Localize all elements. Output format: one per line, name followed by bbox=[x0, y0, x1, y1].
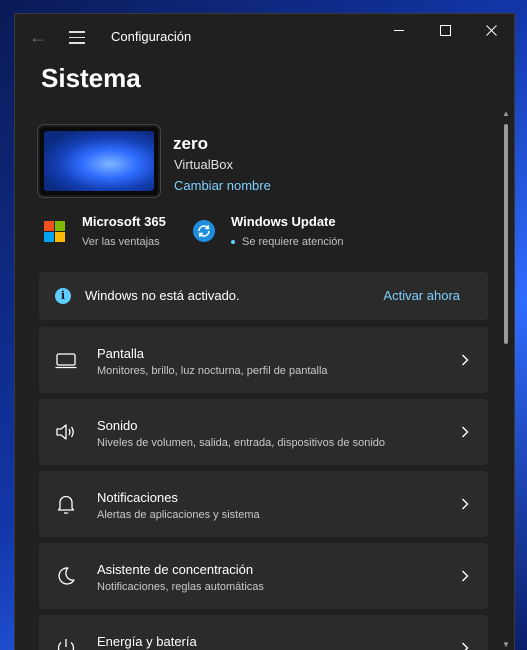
scroll-thumb[interactable] bbox=[504, 124, 508, 344]
windows-update-link[interactable]: Windows Update Se requiere atención bbox=[193, 212, 383, 254]
back-arrow-icon[interactable]: ← bbox=[29, 26, 49, 48]
m365-title: Microsoft 365 bbox=[82, 214, 166, 229]
card-title: Asistente de concentración bbox=[97, 562, 254, 577]
speaker-icon bbox=[56, 424, 74, 440]
card-subtitle: Monitores, brillo, luz nocturna, perfil … bbox=[97, 365, 328, 377]
card-title: Pantalla bbox=[97, 346, 144, 361]
settings-card-concentracion[interactable]: Asistente de concentración Notificacione… bbox=[39, 543, 488, 609]
activate-now-link[interactable]: Activar ahora bbox=[383, 288, 460, 303]
window-title: Configuración bbox=[111, 29, 192, 44]
device-model: VirtualBox bbox=[174, 157, 234, 172]
power-icon bbox=[57, 639, 75, 650]
chevron-right-icon bbox=[462, 642, 469, 650]
info-icon: i bbox=[55, 288, 71, 304]
chevron-right-icon bbox=[462, 354, 469, 366]
title-bar[interactable]: ← Configuración bbox=[15, 14, 514, 60]
settings-card-pantalla[interactable]: Pantalla Monitores, brillo, luz nocturna… bbox=[39, 327, 488, 393]
settings-card-sonido[interactable]: Sonido Niveles de volumen, salida, entra… bbox=[39, 399, 488, 465]
m365-subtitle: Ver las ventajas bbox=[82, 236, 160, 248]
bell-icon bbox=[57, 495, 75, 514]
scroll-down-arrow-icon[interactable]: ▼ bbox=[502, 641, 510, 649]
microsoft-365-link[interactable]: Microsoft 365 Ver las ventajas bbox=[44, 212, 194, 254]
close-button[interactable] bbox=[468, 14, 514, 46]
activation-message: Windows no está activado. bbox=[85, 288, 240, 303]
minimize-button[interactable] bbox=[376, 14, 422, 46]
moon-icon bbox=[58, 567, 75, 585]
card-subtitle: Notificaciones, reglas automáticas bbox=[97, 581, 264, 593]
device-name: zero bbox=[173, 134, 208, 153]
card-title: Energía y batería bbox=[97, 634, 197, 649]
windows-update-icon bbox=[193, 220, 215, 242]
maximize-button[interactable] bbox=[422, 14, 468, 46]
card-subtitle: Alertas de aplicaciones y sistema bbox=[97, 509, 260, 521]
monitor-icon bbox=[55, 353, 77, 369]
device-thumbnail bbox=[38, 125, 160, 197]
activation-banner: i Windows no está activado. Activar ahor… bbox=[39, 272, 488, 320]
wallpaper-preview bbox=[44, 131, 154, 191]
rename-link[interactable]: Cambiar nombre bbox=[174, 178, 271, 193]
scrollbar[interactable]: ▲ ▼ bbox=[501, 110, 511, 650]
maximize-icon bbox=[439, 24, 451, 36]
attention-dot-icon bbox=[231, 240, 235, 245]
close-icon bbox=[485, 24, 497, 36]
card-title: Notificaciones bbox=[97, 490, 178, 505]
settings-card-notificaciones[interactable]: Notificaciones Alertas de aplicaciones y… bbox=[39, 471, 488, 537]
settings-window: ← Configuración Sistema zero VirtualBox … bbox=[14, 13, 515, 650]
minimize-icon bbox=[394, 29, 404, 31]
update-subtitle: Se requiere atención bbox=[242, 236, 344, 248]
microsoft-logo-icon bbox=[44, 221, 65, 242]
card-title: Sonido bbox=[97, 418, 138, 433]
page-title: Sistema bbox=[41, 63, 141, 93]
scroll-up-arrow-icon[interactable]: ▲ bbox=[502, 110, 510, 118]
chevron-right-icon bbox=[462, 426, 469, 438]
chevron-right-icon bbox=[462, 570, 469, 582]
hamburger-menu-icon[interactable] bbox=[67, 27, 87, 47]
chevron-right-icon bbox=[462, 498, 469, 510]
update-subtitle-row: Se requiere atención bbox=[231, 236, 344, 248]
update-title: Windows Update bbox=[231, 214, 336, 229]
card-subtitle: Niveles de volumen, salida, entrada, dis… bbox=[97, 437, 385, 449]
settings-card-energia[interactable]: Energía y batería bbox=[39, 615, 488, 650]
